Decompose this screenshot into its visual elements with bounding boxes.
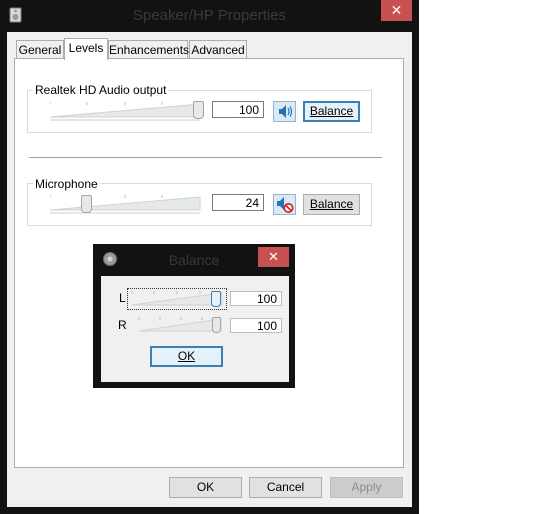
cancel-label: Cancel [266,480,305,494]
ok-button[interactable]: OK [169,477,242,498]
tab-advanced[interactable]: Advanced [189,40,247,59]
microphone-slider-thumb[interactable] [81,195,92,213]
microphone-mute-button[interactable] [273,194,296,215]
tab-label: Advanced [191,43,245,57]
right-channel-slider[interactable] [137,315,227,335]
output-balance-button[interactable]: Balance [303,101,360,122]
balance-close-button[interactable]: ✕ [258,247,289,267]
close-button[interactable]: ✕ [381,0,412,21]
left-channel-thumb[interactable] [211,291,221,307]
tab-levels[interactable]: Levels [64,38,108,60]
ok-label: OK [177,349,196,363]
left-channel-slider[interactable] [127,288,227,310]
output-mute-button[interactable] [273,101,296,122]
slider-track [49,102,201,121]
close-icon: ✕ [390,2,403,18]
tab-label: General [18,43,62,57]
left-channel-label: L [119,291,126,305]
cancel-button[interactable]: Cancel [249,477,322,498]
apply-button: Apply [330,477,403,498]
balance-ok-button[interactable]: OK [150,346,223,367]
balance-label: Balance [309,197,354,211]
tab-general[interactable]: General [16,40,64,59]
tab-label: Levels [68,41,104,55]
right-channel-label: R [118,318,127,332]
speaker-muted-icon [277,197,294,213]
right-channel-value[interactable]: 100 [230,318,282,333]
microphone-balance-button[interactable]: Balance [303,194,360,215]
tab-label: Enhancements [109,43,190,57]
separator [29,157,382,158]
output-volume-value[interactable]: 100 [212,101,264,118]
right-channel-thumb[interactable] [212,317,221,333]
slider-track [49,195,201,214]
close-icon: ✕ [268,249,279,264]
ok-label: OK [196,480,215,494]
output-volume-slider[interactable] [49,99,206,121]
microphone-volume-value[interactable]: 24 [212,194,264,211]
microphone-volume-slider[interactable] [49,192,206,214]
left-channel-value[interactable]: 100 [230,291,282,306]
apply-label: Apply [351,480,382,494]
speaker-on-icon [279,105,293,118]
window-title: Speaker/HP Properties [132,7,287,24]
tab-enhancements[interactable]: Enhancements [108,40,190,59]
balance-label: Balance [309,104,354,118]
output-label: Realtek HD Audio output [33,83,169,97]
output-slider-thumb[interactable] [193,101,204,119]
microphone-label: Microphone [33,177,100,191]
